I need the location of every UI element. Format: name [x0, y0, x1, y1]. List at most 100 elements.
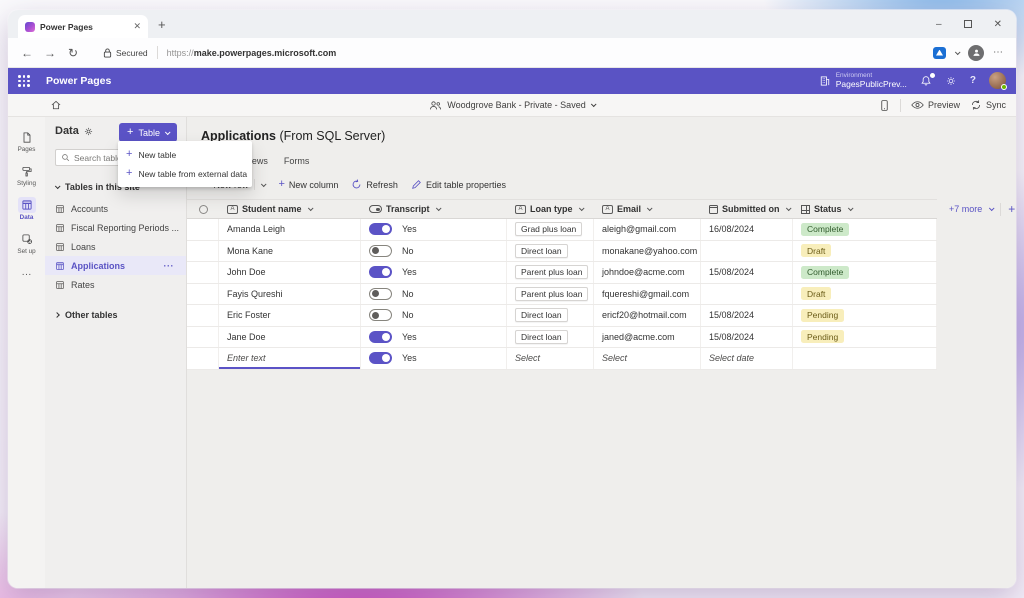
- chevron-down-icon[interactable]: [261, 181, 267, 187]
- column-header-status[interactable]: Status: [793, 200, 937, 218]
- menu-item-new-table[interactable]: + New table: [118, 145, 252, 164]
- transcript-cell[interactable]: Yes: [361, 262, 507, 283]
- transcript-toggle[interactable]: [369, 331, 392, 343]
- browser-profile-avatar[interactable]: [968, 45, 984, 61]
- browser-tab[interactable]: Power Pages ✕: [18, 15, 148, 38]
- new-tab-button[interactable]: +: [158, 18, 166, 31]
- email-cell[interactable]: ericf20@hotmail.com: [594, 305, 701, 326]
- table-row[interactable]: Mona Kane No Direct loan monakane@yahoo.…: [187, 241, 937, 263]
- back-icon[interactable]: ←: [20, 46, 34, 60]
- transcript-cell[interactable]: No: [361, 241, 507, 262]
- other-tables-section[interactable]: Other tables: [45, 310, 186, 320]
- submitted-on-cell[interactable]: 16/08/2024: [701, 219, 793, 240]
- email-cell[interactable]: Select: [594, 348, 701, 369]
- email-cell[interactable]: fquereshi@gmail.com: [594, 284, 701, 305]
- submitted-on-cell[interactable]: Select date: [701, 348, 793, 369]
- transcript-toggle[interactable]: [369, 288, 392, 300]
- minimize-button[interactable]: –: [936, 19, 942, 30]
- student-name-cell[interactable]: Amanda Leigh: [219, 219, 361, 240]
- site-name-menu[interactable]: Woodgrove Bank - Private - Saved: [429, 100, 594, 111]
- transcript-cell[interactable]: No: [361, 305, 507, 326]
- student-name-cell[interactable]: Enter text: [219, 348, 361, 369]
- sidebar-item-pages[interactable]: Pages: [8, 127, 45, 155]
- status-cell[interactable]: Complete: [793, 262, 937, 283]
- select-all-cell[interactable]: [187, 200, 219, 218]
- email-cell[interactable]: johndoe@acme.com: [594, 262, 701, 283]
- more-columns-button[interactable]: +7 more: [949, 204, 982, 214]
- submitted-on-cell[interactable]: [701, 284, 793, 305]
- status-cell[interactable]: Pending: [793, 305, 937, 326]
- address-field[interactable]: https://make.powerpages.microsoft.com: [167, 48, 337, 58]
- status-cell[interactable]: Draft: [793, 241, 937, 262]
- status-cell[interactable]: Complete: [793, 219, 937, 240]
- transcript-cell[interactable]: Yes: [361, 219, 507, 240]
- environment-picker[interactable]: Environment PagesPublicPrev...: [819, 72, 907, 89]
- row-select-cell[interactable]: [187, 219, 219, 240]
- table-item-loans[interactable]: Loans: [45, 237, 186, 256]
- chevron-down-icon[interactable]: [955, 49, 961, 55]
- row-select-cell[interactable]: [187, 284, 219, 305]
- browser-extension-icon[interactable]: [933, 47, 946, 59]
- table-item-fiscal-reporting-periods[interactable]: Fiscal Reporting Periods ...: [45, 218, 186, 237]
- column-header-submitted-on[interactable]: Submitted on: [701, 200, 793, 218]
- submitted-on-cell[interactable]: 15/08/2024: [701, 305, 793, 326]
- browser-menu-icon[interactable]: ⋯: [993, 47, 1004, 58]
- email-cell[interactable]: monakane@yahoo.com: [594, 241, 701, 262]
- column-header-loan-type[interactable]: ALoan type: [507, 200, 594, 218]
- loan-type-cell[interactable]: Parent plus loan: [507, 262, 594, 283]
- table-more-button[interactable]: ···: [164, 261, 183, 271]
- student-name-cell[interactable]: Fayis Qureshi: [219, 284, 361, 305]
- email-cell[interactable]: aleigh@gmail.com: [594, 219, 701, 240]
- loan-type-cell[interactable]: Grad plus loan: [507, 219, 594, 240]
- transcript-cell[interactable]: Yes: [361, 348, 507, 369]
- transcript-toggle[interactable]: [369, 266, 392, 278]
- close-button[interactable]: ✕: [994, 19, 1002, 30]
- tab-forms[interactable]: Forms: [284, 156, 310, 166]
- table-item-rates[interactable]: Rates: [45, 275, 186, 294]
- loan-type-cell[interactable]: Direct loan: [507, 305, 594, 326]
- preview-button[interactable]: Preview: [911, 100, 960, 110]
- menu-item-new-table-external[interactable]: + New table from external data: [118, 164, 252, 183]
- table-row[interactable]: Amanda Leigh Yes Grad plus loan aleigh@g…: [187, 219, 937, 241]
- sidebar-item-styling[interactable]: Styling: [8, 161, 45, 189]
- row-select-cell[interactable]: [187, 262, 219, 283]
- transcript-cell[interactable]: Yes: [361, 327, 507, 348]
- app-launcher-icon[interactable]: [18, 75, 30, 87]
- data-settings-gear-icon[interactable]: [83, 126, 94, 137]
- column-header-student-name[interactable]: AStudent name: [219, 200, 361, 218]
- submitted-on-cell[interactable]: 15/08/2024: [701, 262, 793, 283]
- transcript-cell[interactable]: No: [361, 284, 507, 305]
- tab-close-icon[interactable]: ✕: [133, 21, 141, 32]
- select-all-radio[interactable]: [199, 205, 208, 214]
- transcript-toggle[interactable]: [369, 309, 392, 321]
- refresh-button[interactable]: Refresh: [351, 179, 398, 190]
- new-table-button[interactable]: + Table: [119, 123, 177, 142]
- security-indicator[interactable]: Secured: [103, 48, 148, 58]
- student-name-cell[interactable]: Jane Doe: [219, 327, 361, 348]
- transcript-toggle[interactable]: [369, 223, 392, 235]
- loan-type-cell[interactable]: Direct loan: [507, 327, 594, 348]
- user-avatar[interactable]: [989, 72, 1006, 89]
- status-cell[interactable]: Pending: [793, 327, 937, 348]
- submitted-on-cell[interactable]: [701, 241, 793, 262]
- home-button[interactable]: [50, 99, 62, 111]
- submitted-on-cell[interactable]: 15/08/2024: [701, 327, 793, 348]
- device-preview-icon[interactable]: [879, 99, 890, 112]
- table-row[interactable]: Fayis Qureshi No Parent plus loan fquere…: [187, 284, 937, 306]
- row-select-cell[interactable]: [187, 348, 219, 369]
- student-name-cell[interactable]: Eric Foster: [219, 305, 361, 326]
- loan-type-cell[interactable]: Parent plus loan: [507, 284, 594, 305]
- edit-table-properties-button[interactable]: Edit table properties: [411, 179, 506, 190]
- sidebar-item-data[interactable]: Data: [8, 195, 45, 223]
- settings-button[interactable]: [945, 75, 957, 87]
- student-name-cell[interactable]: Mona Kane: [219, 241, 361, 262]
- table-row[interactable]: Eric Foster No Direct loan ericf20@hotma…: [187, 305, 937, 327]
- student-name-cell[interactable]: John Doe: [219, 262, 361, 283]
- notifications-button[interactable]: [920, 75, 932, 87]
- new-column-button[interactable]: + New column: [278, 179, 338, 190]
- loan-type-cell[interactable]: Select: [507, 348, 594, 369]
- status-cell[interactable]: Draft: [793, 284, 937, 305]
- row-select-cell[interactable]: [187, 327, 219, 348]
- column-header-transcript[interactable]: Transcript: [361, 200, 507, 218]
- reload-icon[interactable]: ↻: [66, 46, 80, 60]
